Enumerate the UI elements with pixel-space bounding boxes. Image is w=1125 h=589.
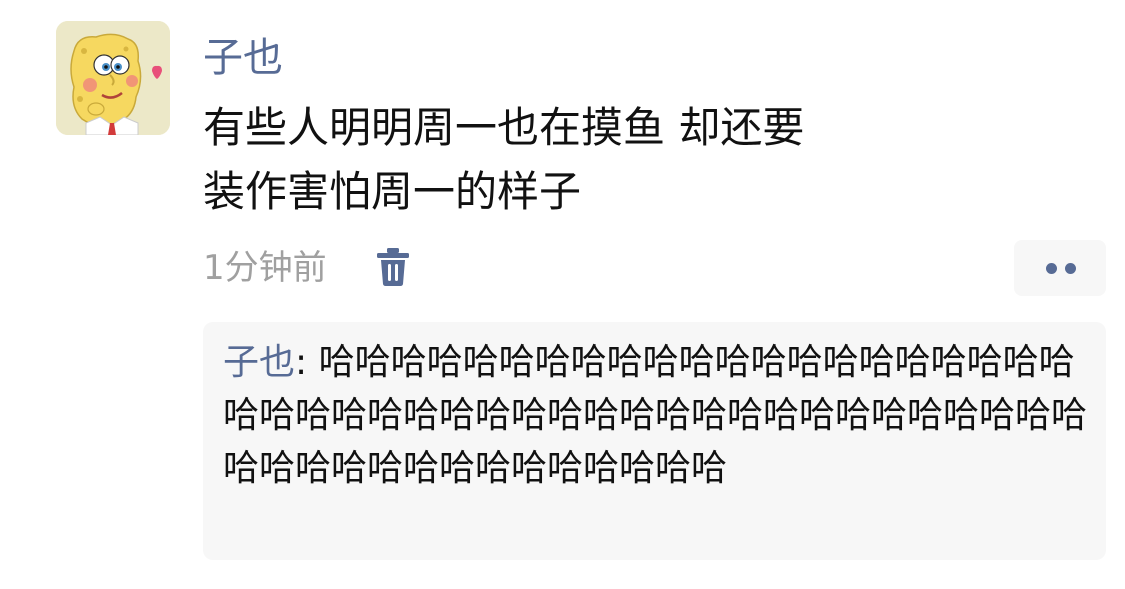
more-dots-icon (1046, 263, 1057, 274)
avatar[interactable] (56, 21, 170, 135)
more-options-button[interactable] (1014, 240, 1106, 296)
more-dots-icon (1065, 263, 1076, 274)
spongebob-avatar-icon (56, 21, 170, 135)
comment-author-name[interactable]: 子也 (223, 342, 295, 383)
post-text-line: 有些人明明周一也在摸鱼 却还要 (203, 103, 805, 152)
comment-item[interactable]: 子也: 哈哈哈哈哈哈哈哈哈哈哈哈哈哈哈哈哈哈哈哈哈哈哈哈哈哈哈哈哈哈哈哈哈哈哈哈… (223, 336, 1093, 495)
comment-text: 哈哈哈哈哈哈哈哈哈哈哈哈哈哈哈哈哈哈哈哈哈哈哈哈哈哈哈哈哈哈哈哈哈哈哈哈哈哈哈哈… (223, 342, 1088, 489)
delete-button[interactable] (376, 247, 410, 287)
post-author-name[interactable]: 子也 (203, 32, 283, 84)
comment-separator: : (295, 342, 319, 383)
trash-icon (377, 248, 409, 286)
comment-section: 子也: 哈哈哈哈哈哈哈哈哈哈哈哈哈哈哈哈哈哈哈哈哈哈哈哈哈哈哈哈哈哈哈哈哈哈哈哈… (203, 322, 1106, 560)
post-text: 有些人明明周一也在摸鱼 却还要 装作害怕周一的样子 (203, 96, 963, 224)
post-timestamp: 1分钟前 (203, 248, 327, 288)
post-text-line: 装作害怕周一的样子 (203, 167, 582, 216)
